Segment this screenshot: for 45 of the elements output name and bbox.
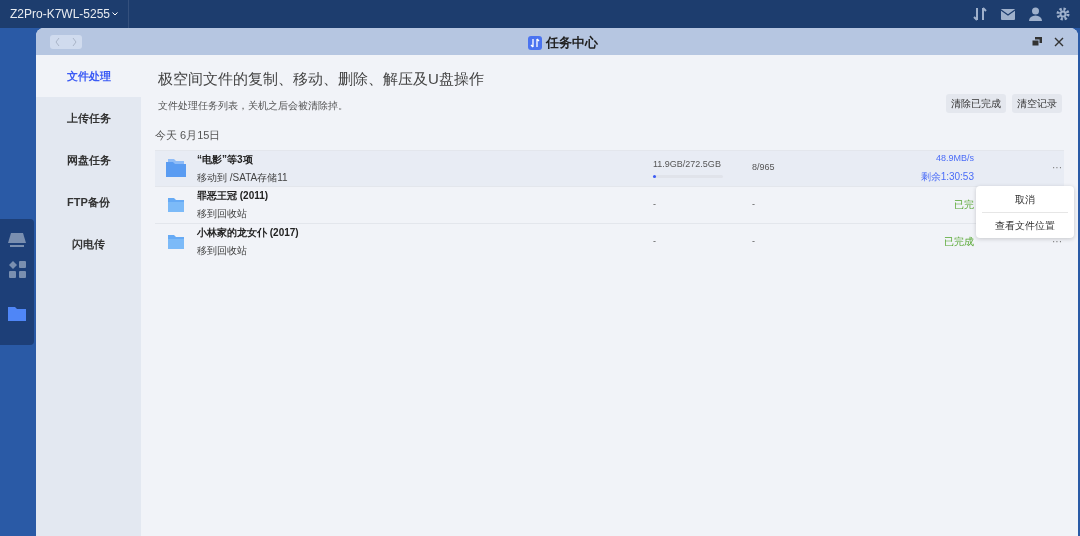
- transfer-size: -: [653, 234, 657, 248]
- sidebar-tab[interactable]: 网盘任务: [36, 139, 141, 181]
- date-heading: 今天 6月15日: [155, 128, 222, 143]
- transfer-size: -: [653, 197, 657, 211]
- mail-icon[interactable]: [1001, 8, 1015, 20]
- action-button[interactable]: 清空记录: [1012, 94, 1062, 113]
- page-heading: 极空间文件的复制、移动、删除、解压及U盘操作: [158, 69, 484, 89]
- folder-icon[interactable]: [8, 306, 26, 321]
- restore-icon[interactable]: [1032, 37, 1042, 46]
- sidebar-tab[interactable]: 闪电传: [36, 223, 141, 265]
- status-text: 已完: [954, 198, 974, 212]
- transfer-speed: 48.9MB/s: [935, 151, 974, 165]
- task-action: 移到回收站: [197, 207, 248, 221]
- task-name: 罪恶王冠 (2011): [197, 189, 270, 203]
- task-name: 小林家的龙女仆 (2017): [197, 226, 300, 240]
- task-app-icon: [528, 35, 542, 50]
- caret-icon: [112, 12, 119, 16]
- settings-icon[interactable]: [1056, 7, 1070, 21]
- file-count: 8/965: [752, 161, 776, 175]
- folder-icon: [168, 234, 184, 249]
- task-row[interactable]: “电影”等3项 移动到 /SATA存储11 11.9GB/272.5GB 8/965 48.9MB/s 剩余1:30:53 ···: [155, 149, 1064, 186]
- sidebar-tab[interactable]: FTP备份: [36, 181, 141, 223]
- sidebar-tab[interactable]: 上传任务: [36, 97, 141, 139]
- window-title: 任务中心: [546, 34, 598, 52]
- more-button[interactable]: ···: [1052, 236, 1062, 247]
- transfer-size: 11.9GB/272.5GB: [653, 157, 722, 171]
- file-count: -: [752, 197, 756, 211]
- folder-icon: [168, 197, 184, 212]
- more-button[interactable]: ···: [1052, 163, 1062, 173]
- file-count: -: [752, 234, 756, 248]
- transfer-icon[interactable]: [973, 7, 987, 21]
- user-icon[interactable]: [1029, 7, 1042, 21]
- page-description: 文件处理任务列表，关机之后会被清除掉。: [158, 98, 349, 113]
- time-remaining: 剩余1:30:53: [920, 170, 974, 185]
- status-text: 已完成: [944, 235, 974, 249]
- action-button[interactable]: 清除已完成: [946, 94, 1006, 113]
- menu-item[interactable]: 查看文件位置: [982, 212, 1068, 238]
- task-action: 移到回收站: [197, 244, 248, 258]
- sidebar-tab[interactable]: 文件处理: [36, 55, 141, 97]
- drive-icon[interactable]: [8, 233, 26, 247]
- task-action: 移动到 /SATA存储11: [197, 170, 289, 185]
- apps-icon[interactable]: [8, 261, 26, 278]
- close-icon[interactable]: [1054, 36, 1064, 47]
- folder-stack-icon: [166, 159, 186, 177]
- task-name: “电影”等3项: [197, 152, 254, 167]
